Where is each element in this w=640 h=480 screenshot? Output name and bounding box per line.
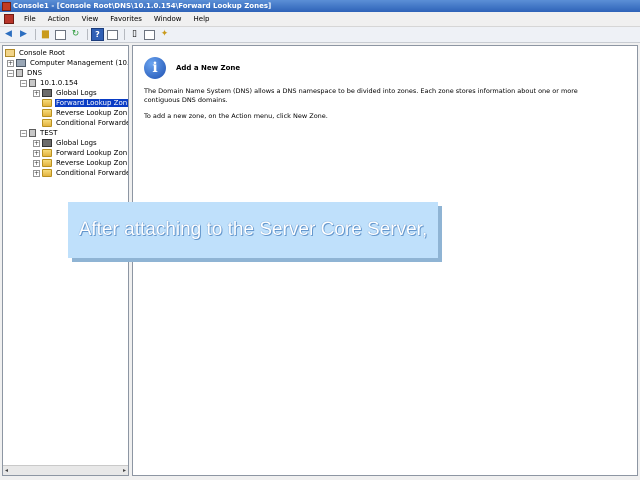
pane-icon-2[interactable] (143, 28, 156, 41)
tree-item-reverse-lookup-zones[interactable]: + Reverse Lookup Zon (33, 158, 128, 168)
menu-file[interactable]: File (18, 15, 42, 23)
tree-item-computer-management[interactable]: + Computer Management (10. (7, 58, 129, 68)
tree-item-forward-lookup-zones[interactable]: Forward Lookup Zon (42, 98, 128, 108)
menu-window[interactable]: Window (148, 15, 188, 23)
console-root-icon (5, 49, 15, 57)
window-title: Console1 - [Console Root\DNS\10.1.0.154\… (13, 2, 272, 10)
tree-item-label: Forward Lookup Zon (55, 99, 128, 107)
title-bar: Console1 - [Console Root\DNS\10.1.0.154\… (0, 0, 640, 12)
show-hide-tree-icon[interactable] (54, 28, 67, 41)
toolbar: ◀ ▶ ▆ ↻ ? ▯ ✦ (0, 27, 640, 43)
folder-icon (42, 159, 52, 167)
tree-item-label: Reverse Lookup Zon (56, 159, 128, 167)
server-icon (29, 79, 36, 87)
tree-item-dns[interactable]: − DNS (7, 68, 43, 78)
folder-icon (42, 169, 52, 177)
folder-icon (42, 109, 52, 117)
menu-bar: File Action View Favorites Window Help (0, 12, 640, 27)
expand-icon[interactable]: + (33, 89, 40, 97)
expand-icon[interactable]: + (7, 59, 14, 67)
help-icon[interactable]: ? (91, 28, 104, 41)
scroll-right-icon[interactable]: ▸ (123, 467, 126, 474)
toolbar-separator (124, 29, 125, 40)
back-arrow-icon[interactable]: ◀ (2, 28, 15, 41)
tree-item-label: 10.1.0.154 (40, 79, 78, 87)
console-tree[interactable]: Console Root + Computer Management (10. … (2, 45, 129, 476)
menu-view[interactable]: View (76, 15, 105, 23)
result-instruction: To add a new zone, on the Action menu, c… (144, 112, 328, 120)
tree-item-label: Console Root (19, 49, 65, 57)
tree-item-global-logs[interactable]: + Global Logs (33, 88, 98, 98)
collapse-icon[interactable]: − (20, 129, 27, 137)
menu-action[interactable]: Action (42, 15, 76, 23)
toolbar-separator (87, 29, 88, 40)
computer-icon (16, 59, 26, 67)
forward-arrow-icon[interactable]: ▶ (17, 28, 30, 41)
tree-item-forward-lookup-zones[interactable]: + Forward Lookup Zon (33, 148, 128, 158)
tutorial-caption: After attaching to the Server Core Serve… (68, 202, 438, 258)
up-folder-icon[interactable]: ▆ (39, 28, 52, 41)
result-pane: i Add a New Zone The Domain Name System … (132, 45, 638, 476)
expand-icon[interactable]: + (33, 149, 40, 157)
menu-help[interactable]: Help (188, 15, 216, 23)
result-heading: Add a New Zone (176, 64, 241, 72)
tree-item-conditional-forwarders[interactable]: Conditional Forwarde (42, 118, 129, 128)
log-icon (42, 139, 52, 147)
tree-item-global-logs[interactable]: + Global Logs (33, 138, 98, 148)
tree-item-label: Conditional Forwarde (56, 119, 129, 127)
pane-icon[interactable]: ▯ (128, 28, 141, 41)
collapse-icon[interactable]: − (20, 79, 27, 87)
tree-item-label: TEST (40, 129, 58, 137)
expand-icon[interactable]: + (33, 139, 40, 147)
tree-item-label: Forward Lookup Zon (56, 149, 128, 157)
toolbar-separator (35, 29, 36, 40)
folder-icon (42, 99, 52, 107)
collapse-icon[interactable]: − (7, 69, 14, 77)
console-app-icon (2, 1, 11, 11)
tree-item-reverse-lookup-zones[interactable]: Reverse Lookup Zon (42, 108, 128, 118)
tree-item-console-root[interactable]: Console Root (5, 48, 66, 58)
folder-icon (42, 149, 52, 157)
tree-item-label: Computer Management (10. (30, 59, 129, 67)
menu-favorites[interactable]: Favorites (104, 15, 148, 23)
tree-item-label: Reverse Lookup Zon (56, 109, 128, 117)
tree-item-label: DNS (27, 69, 43, 77)
log-icon (42, 89, 52, 97)
new-zone-icon[interactable]: ✦ (158, 28, 171, 41)
tree-item-conditional-forwarders[interactable]: + Conditional Forwarde (33, 168, 129, 178)
expand-icon[interactable]: + (33, 169, 40, 177)
folder-icon (42, 119, 52, 127)
properties-icon[interactable] (106, 28, 119, 41)
scroll-left-icon[interactable]: ◂ (5, 467, 8, 474)
tree-item-server-10-1-0-154[interactable]: − 10.1.0.154 (20, 78, 79, 88)
refresh-icon[interactable]: ↻ (69, 28, 82, 41)
tree-item-test[interactable]: − TEST (20, 128, 58, 138)
tree-horizontal-scrollbar[interactable]: ◂ ▸ (3, 465, 128, 475)
tree-item-label: Global Logs (56, 139, 97, 147)
tree-item-label: Conditional Forwarde (56, 169, 129, 177)
dns-icon (16, 69, 23, 77)
tree-item-label: Global Logs (56, 89, 97, 97)
info-icon: i (144, 57, 166, 79)
result-description: The Domain Name System (DNS) allows a DN… (144, 87, 578, 104)
mmc-system-menu-icon[interactable] (4, 14, 14, 24)
server-icon (29, 129, 36, 137)
expand-icon[interactable]: + (33, 159, 40, 167)
caption-text: After attaching to the Server Core Serve… (78, 219, 428, 240)
